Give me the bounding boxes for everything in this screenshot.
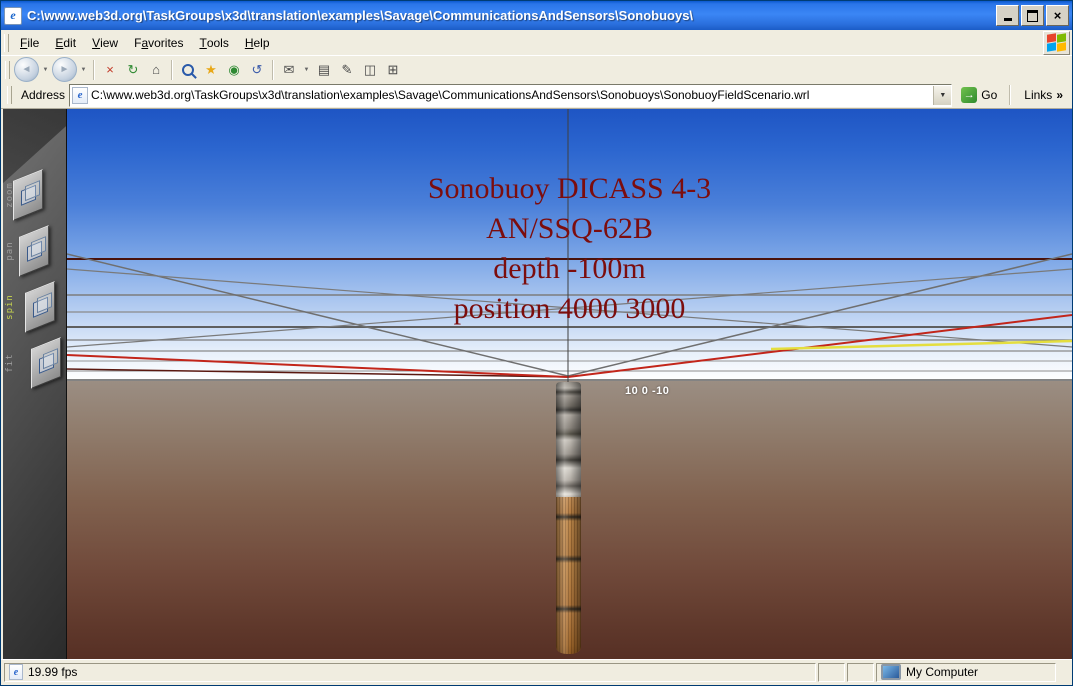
menubar-grip[interactable] [4, 34, 9, 52]
address-input[interactable]: e C:\www.web3d.org\TaskGroups\x3d\transl… [69, 84, 952, 107]
back-button[interactable]: ◄ [14, 57, 39, 82]
close-button[interactable]: × [1046, 5, 1069, 26]
status-pane-main: e 19.99 fps [4, 663, 816, 682]
media-button[interactable]: ◉ [223, 59, 245, 81]
discuss-button[interactable]: ◫ [359, 59, 381, 81]
history-button[interactable]: ↺ [246, 59, 268, 81]
minimize-icon [1004, 18, 1012, 21]
my-computer-icon [881, 664, 901, 680]
print-button[interactable]: ▤ [313, 59, 335, 81]
tool-fit-button[interactable] [31, 337, 61, 389]
scene-3d[interactable]: 10 0 -10 Sonobuoy DICASS 4-3 AN/SSQ-62B … [67, 109, 1072, 661]
tool-fit-label: fit [5, 346, 15, 380]
annotation-line-1: Sonobuoy DICASS 4-3 [67, 169, 1072, 209]
forward-button[interactable]: ► [52, 57, 77, 82]
mail-dropdown[interactable]: ▼ [301, 59, 312, 81]
search-icon [182, 64, 194, 76]
tool-zoom-label: zoom [5, 178, 15, 212]
ie-icon: e [4, 7, 22, 25]
favorites-button[interactable]: ★ [200, 59, 222, 81]
menu-help[interactable]: Help [237, 30, 278, 55]
status-bar: e 19.99 fps My Computer [1, 659, 1072, 685]
maximize-icon [1027, 10, 1038, 22]
toolbar-separator [272, 60, 274, 80]
home-button[interactable]: ⌂ [145, 59, 167, 81]
tool-pan-button[interactable] [19, 225, 49, 277]
spin-cube-icon [33, 296, 48, 317]
mail-button[interactable]: ✉ [278, 59, 300, 81]
search-button[interactable] [177, 59, 199, 81]
maximize-button[interactable] [1021, 5, 1044, 26]
menu-favorites[interactable]: Favorites [126, 30, 191, 55]
vrml-toolbox: zoom pan spin fit [3, 109, 67, 661]
toolbar-separator [1009, 85, 1011, 105]
fps-text: 19.99 fps [28, 665, 77, 679]
menu-edit[interactable]: Edit [47, 30, 84, 55]
toolbar-separator [93, 60, 95, 80]
menu-tools[interactable]: Tools [191, 30, 236, 55]
annotation-line-2: AN/SSQ-62B [67, 209, 1072, 249]
back-dropdown[interactable]: ▼ [40, 59, 51, 81]
stop-button[interactable]: × [99, 59, 121, 81]
coordinate-label: 10 0 -10 [625, 385, 669, 397]
pan-cube-icon [27, 240, 42, 261]
zoom-cube-icon [21, 184, 36, 205]
links-label: Links [1024, 88, 1052, 102]
menu-file[interactable]: File [12, 30, 47, 55]
sonobuoy-lower-section [556, 497, 581, 654]
tool-pan-label: pan [5, 234, 15, 268]
menu-bar: File Edit View Favorites Tools Help [1, 30, 1072, 56]
zone-text: My Computer [906, 665, 978, 679]
sonobuoy-upper-section [556, 382, 581, 497]
address-bar: Address e C:\www.web3d.org\TaskGroups\x3… [1, 82, 1072, 109]
scene-annotation: Sonobuoy DICASS 4-3 AN/SSQ-62B depth -10… [67, 169, 1072, 329]
status-pane-zone: My Computer [876, 663, 1056, 682]
messenger-button[interactable]: ⊞ [382, 59, 404, 81]
sonobuoy-model[interactable] [556, 382, 581, 654]
go-icon: → [961, 87, 977, 103]
toolbar: ◄ ▼ ► ▼ × ↻ ⌂ ★ ◉ ↺ ✉ ▼ ▤ ✎ ◫ ⊞ [1, 55, 1072, 84]
vrml-viewer: zoom pan spin fit [3, 109, 1072, 661]
fit-cube-icon [39, 352, 54, 373]
links-chevron-icon: » [1056, 88, 1063, 102]
document-icon: e [9, 664, 23, 680]
page-icon: e [72, 87, 88, 104]
windows-logo [1043, 31, 1070, 55]
menu-view[interactable]: View [84, 30, 126, 55]
tool-spin-label: spin [5, 290, 15, 324]
toolbar-grip[interactable] [5, 61, 10, 79]
go-button[interactable]: → Go [956, 84, 1002, 106]
forward-dropdown[interactable]: ▼ [78, 59, 89, 81]
window-title: C:\www.web3d.org\TaskGroups\x3d\translat… [27, 8, 994, 23]
minimize-button[interactable] [996, 5, 1019, 26]
status-pane-1 [818, 663, 845, 682]
address-label: Address [21, 88, 65, 102]
go-label: Go [981, 88, 997, 102]
address-url: C:\www.web3d.org\TaskGroups\x3d\translat… [91, 88, 933, 102]
edit-button[interactable]: ✎ [336, 59, 358, 81]
annotation-line-4: position 4000 3000 [67, 289, 1072, 329]
tool-zoom-button[interactable] [13, 169, 43, 221]
toolbar-separator [171, 60, 173, 80]
statusbar-corner [1058, 663, 1070, 682]
links-button[interactable]: Links » [1018, 88, 1069, 102]
title-bar[interactable]: e C:\www.web3d.org\TaskGroups\x3d\transl… [1, 1, 1072, 30]
tool-spin-button[interactable] [25, 281, 55, 333]
status-pane-2 [847, 663, 874, 682]
refresh-button[interactable]: ↻ [122, 59, 144, 81]
annotation-line-3: depth -100m [67, 249, 1072, 289]
addressbar-grip[interactable] [7, 86, 12, 104]
address-dropdown[interactable]: ▼ [933, 86, 951, 105]
browser-window: e C:\www.web3d.org\TaskGroups\x3d\transl… [0, 0, 1073, 686]
